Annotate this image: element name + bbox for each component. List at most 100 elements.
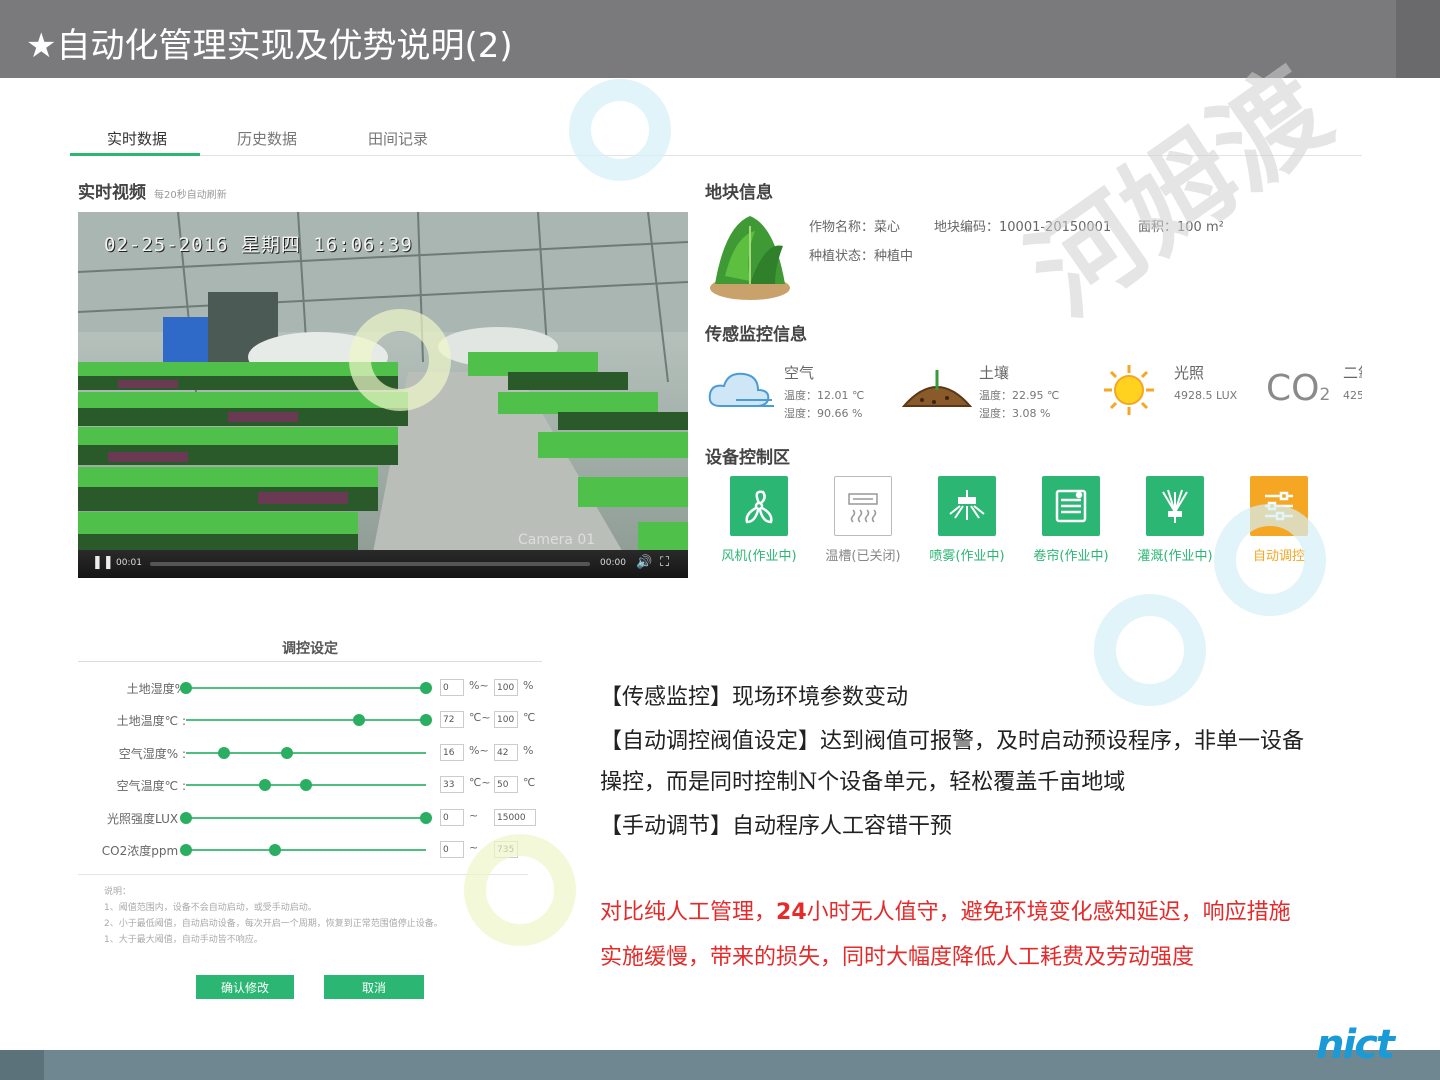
desc-auto-threshold: 【自动调控阀值设定】达到阀值可报警，及时启动预设程序，非单一设备 — [600, 729, 1305, 754]
unit-separator: %~ — [469, 744, 489, 757]
air-temperature: 温度：12.01 ℃ — [784, 389, 865, 402]
video-progress-bar[interactable] — [150, 562, 590, 566]
max-value-input[interactable]: 42 — [494, 744, 518, 761]
max-value-input[interactable]: 100 — [494, 711, 518, 728]
title-bar: ★自动化管理实现及优势说明(2) — [0, 0, 1440, 78]
max-value-input[interactable]: 100 — [494, 679, 518, 696]
soil-sensor-name: 土壤 — [979, 364, 1010, 382]
settings-notes: 说明： 1、阈值范围内，设备不会自动启动，或受手动启动。 2、小于最低阈值，自动… — [104, 884, 443, 948]
vegetable-image — [710, 216, 790, 300]
greenhouse-video-frame — [78, 212, 688, 578]
footer-accent — [0, 1050, 44, 1080]
video-section-title: 实时视频 每20秒自动刷新 — [78, 178, 227, 203]
shutter-icon — [1042, 476, 1100, 536]
pause-icon[interactable]: ❚❚ — [92, 555, 114, 570]
min-value-input[interactable]: 72 — [440, 711, 464, 728]
note-line: 2、小于最低阈值，自动启动设备，每次开启一个周期，恢复到正常范围值停止设备。 — [104, 919, 443, 929]
plot-code: 地块编码：10001-20150001 — [934, 220, 1112, 235]
threshold-label: CO2浓度ppm : — [101, 844, 186, 858]
desc-advantage-1: 对比纯人工管理，24小时无人值守，避免环境变化感知延迟，响应措施 — [600, 890, 1291, 935]
threshold-row: 土地湿度% 0 %~ 100% — [78, 676, 542, 700]
heater-icon — [834, 476, 892, 536]
range-max-handle[interactable] — [420, 812, 432, 824]
fullscreen-icon[interactable]: ⛶ — [660, 555, 669, 570]
range-max-handle[interactable] — [420, 682, 432, 694]
shutter-device[interactable] — [1042, 476, 1100, 536]
video-elapsed-time: 00:01 — [116, 558, 142, 568]
range-min-handle[interactable] — [218, 747, 231, 759]
co2-icon: CO2 — [1266, 368, 1330, 409]
desc-sensor-monitoring: 【传感监控】现场环境参数变动 — [600, 685, 909, 710]
fan-icon — [730, 476, 788, 536]
settings-divider — [78, 874, 528, 875]
nict-logo: nict — [1316, 1022, 1395, 1068]
range-max-handle[interactable] — [300, 779, 312, 791]
auto-control-icon — [1250, 476, 1308, 536]
unit-label: ℃ — [523, 711, 536, 724]
range-max-handle[interactable] — [268, 844, 281, 856]
volume-icon[interactable]: 🔊 — [636, 555, 652, 570]
fan-device[interactable] — [730, 476, 788, 536]
range-min-handle[interactable] — [352, 714, 365, 726]
unit-label: ℃ — [523, 776, 536, 789]
threshold-label: 土地湿度% — [126, 682, 186, 696]
soil-temperature: 温度：22.95 ℃ — [979, 389, 1060, 402]
title-bar-accent — [1396, 0, 1440, 78]
range-slider-track[interactable] — [186, 817, 426, 819]
min-value-input[interactable]: 16 — [440, 744, 464, 761]
range-min-handle[interactable] — [180, 682, 192, 694]
video-controls: ❚❚ 00:01 00:00 🔊 ⛶ — [78, 550, 688, 578]
max-value-input[interactable]: 735 — [494, 841, 518, 858]
range-min-handle[interactable] — [180, 844, 192, 856]
threshold-label: 空气湿度% : — [118, 747, 186, 761]
threshold-label: 土地温度℃ : — [116, 714, 186, 728]
video-title: 实时视频 — [78, 183, 146, 203]
live-video-player[interactable]: 02-25-2016 星期四 16:06:39 Camera 01 ❚❚ 00:… — [78, 212, 688, 578]
range-min-handle[interactable] — [259, 779, 272, 791]
range-min-handle[interactable] — [180, 812, 192, 824]
auto-control-device[interactable] — [1250, 476, 1308, 536]
threshold-label: 空气温度℃ : — [116, 779, 186, 793]
advantage-text-c: 小时无人值守，避免环境变化感知延迟，响应措施 — [806, 900, 1291, 925]
unit-separator: ~ — [469, 809, 479, 822]
heater-device[interactable] — [834, 476, 892, 536]
unit-separator: ℃~ — [469, 776, 491, 789]
co2-subscript: 2 — [1319, 385, 1331, 405]
min-value-input[interactable]: 0 — [440, 841, 464, 858]
max-value-input[interactable]: 15000 — [494, 809, 536, 826]
sprayer-device[interactable] — [938, 476, 996, 536]
co2-symbol: CO — [1266, 368, 1320, 409]
auto-control-label: 自动调控 — [1252, 549, 1305, 564]
co2-sensor-name: 二氧 — [1343, 364, 1362, 382]
max-value-input[interactable]: 50 — [494, 776, 518, 793]
tab-history-data[interactable]: 历史数据 — [237, 128, 297, 149]
irrigation-device[interactable] — [1146, 476, 1204, 536]
co2-value: 425 — [1343, 389, 1362, 402]
cancel-button[interactable]: 取消 — [324, 975, 424, 999]
sun-icon — [1104, 365, 1154, 415]
range-max-handle[interactable] — [420, 714, 432, 726]
confirm-button[interactable]: 确认修改 — [196, 975, 294, 999]
threshold-row: 光照强度LUX : 0 ~15000 — [78, 806, 542, 830]
light-sensor-name: 光照 — [1174, 364, 1205, 382]
tab-realtime-data[interactable]: 实时数据 — [107, 128, 167, 149]
min-value-input[interactable]: 0 — [440, 679, 464, 696]
desc-manual-adjust: 【手动调节】自动程序人工容错干预 — [600, 814, 953, 839]
threshold-row: CO2浓度ppm : 0 ~735 — [78, 838, 542, 862]
sprayer-status-label: 喷雾(作业中) — [929, 549, 1005, 564]
range-slider-track[interactable] — [186, 719, 426, 721]
min-value-input[interactable]: 0 — [440, 809, 464, 826]
heater-status-label: 温槽(已关闭) — [825, 549, 901, 564]
tab-field-records[interactable]: 田间记录 — [368, 128, 428, 149]
min-value-input[interactable]: 33 — [440, 776, 464, 793]
sensor-section-title: 传感监控信息 — [705, 325, 807, 345]
threshold-row: 空气湿度% : 16 %~ 42% — [78, 741, 542, 765]
camera-label: Camera 01 — [518, 532, 596, 548]
irrigation-status-label: 灌溉(作业中) — [1137, 549, 1213, 564]
soil-icon — [902, 370, 972, 407]
range-slider-track[interactable] — [186, 687, 426, 689]
range-max-handle[interactable] — [280, 747, 293, 759]
range-slider-track[interactable] — [186, 849, 426, 851]
note-line: 1、阈值范围内，设备不会自动启动，或受手动启动。 — [104, 903, 317, 913]
watermark-text: 河姆渡 — [1008, 45, 1352, 339]
